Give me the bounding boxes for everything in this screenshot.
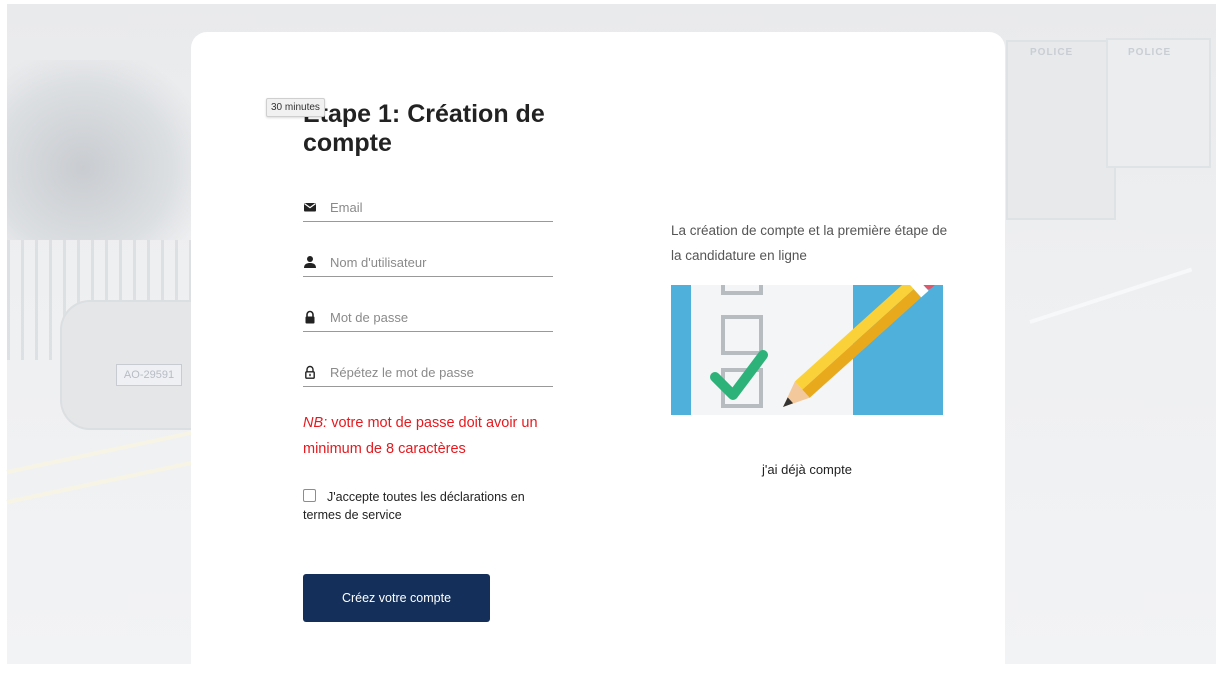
terms-checkbox[interactable] bbox=[303, 489, 316, 502]
background-license-plate: AO-29591 bbox=[116, 364, 182, 386]
background-frame-top bbox=[0, 0, 1216, 4]
envelope-icon bbox=[304, 203, 316, 212]
terms-checkbox-row[interactable]: J'accepte toutes les déclarations en ter… bbox=[303, 488, 563, 524]
background-road-line bbox=[1029, 267, 1193, 324]
password-requirement-note: NB: votre mot de passe doit avoir un min… bbox=[303, 410, 563, 462]
create-account-button[interactable]: Créez votre compte bbox=[303, 574, 490, 622]
password-repeat-field-row bbox=[303, 360, 553, 387]
username-field-row bbox=[303, 250, 553, 277]
account-description: La création de compte et la première éta… bbox=[671, 223, 948, 263]
password-field-row bbox=[303, 305, 553, 332]
note-prefix: NB: bbox=[303, 415, 328, 431]
background-police-label: POLICE bbox=[1030, 47, 1074, 58]
email-field-row bbox=[303, 195, 553, 222]
email-input[interactable] bbox=[330, 195, 550, 219]
checklist-pencil-illustration bbox=[671, 285, 943, 415]
background-police-label: POLICE bbox=[1128, 47, 1172, 58]
password-repeat-input[interactable] bbox=[330, 360, 550, 384]
password-input[interactable] bbox=[330, 305, 550, 329]
existing-account-link[interactable]: j'ai déjà compte bbox=[671, 462, 943, 477]
tooltip: 30 minutes bbox=[266, 98, 325, 117]
background-police-truck bbox=[1006, 40, 1116, 220]
terms-label: J'accepte toutes les déclarations en ter… bbox=[303, 490, 525, 522]
note-text: votre mot de passe doit avoir un minimum… bbox=[303, 415, 538, 457]
background-frame-left bbox=[0, 0, 7, 664]
background-crowd bbox=[7, 60, 197, 240]
username-input[interactable] bbox=[330, 250, 550, 274]
page-title: Etape 1: Création de compte bbox=[303, 100, 545, 157]
lock-outline-icon bbox=[305, 365, 315, 379]
lock-icon bbox=[305, 310, 315, 324]
user-icon bbox=[304, 256, 316, 268]
